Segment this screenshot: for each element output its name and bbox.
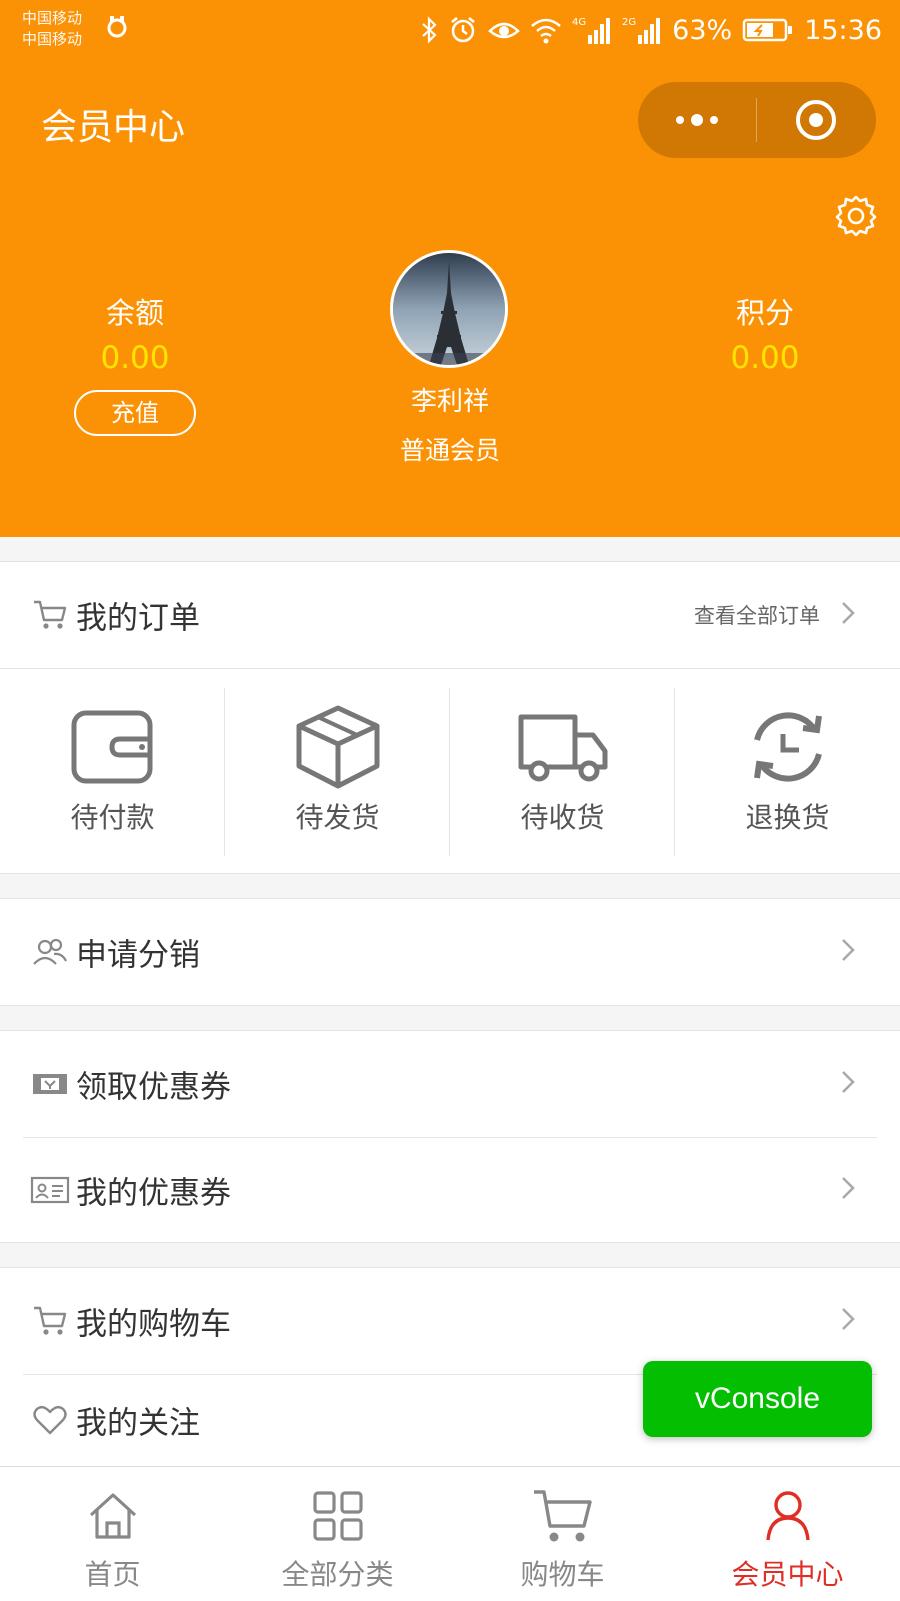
heart-icon: [30, 1400, 70, 1440]
cart-outline-icon: [30, 595, 70, 635]
tab-label: 会员中心: [731, 1558, 844, 1591]
tab-cart[interactable]: 购物车: [450, 1467, 675, 1601]
my-orders-label: 我的订单: [76, 600, 200, 637]
bluetooth-icon: [420, 16, 438, 44]
get-coupons-row[interactable]: 领取优惠券: [0, 1031, 900, 1137]
alarm-icon: [448, 15, 478, 45]
points-block[interactable]: 积分 0.00: [635, 290, 895, 376]
eye-icon: [488, 17, 521, 43]
tab-label: 全部分类: [281, 1558, 394, 1591]
notification-icon: [104, 14, 130, 44]
member-header: 中国移动 中国移动 4G 2G 63% 15:36 会员中心 余额 0.00 充…: [0, 0, 900, 537]
points-value: 0.00: [730, 340, 800, 376]
wallet-icon: [66, 702, 160, 792]
order-status-pending-payment[interactable]: 待付款: [0, 670, 225, 870]
signal-icon-1: 4G: [572, 15, 612, 45]
close-button[interactable]: [757, 82, 875, 158]
order-status-pending-receipt[interactable]: 待收货: [450, 670, 675, 870]
points-label: 积分: [735, 296, 794, 330]
order-status-label: 退换货: [745, 801, 830, 834]
order-status-label: 待发货: [295, 801, 380, 834]
chevron-right-icon: [840, 1175, 856, 1205]
bottom-tab-bar: 首页 全部分类 购物车 会员中心: [0, 1466, 900, 1600]
order-status-grid: 待付款 待发货 待收货 退换货: [0, 670, 900, 870]
chevron-right-icon: [840, 1069, 856, 1099]
mini-program-capsule: [638, 82, 876, 158]
home-icon: [82, 1485, 144, 1547]
apply-distribution-row[interactable]: 申请分销: [0, 899, 900, 1005]
tab-member-center[interactable]: 会员中心: [675, 1467, 900, 1601]
chevron-right-icon: [840, 937, 856, 967]
section-gap: [0, 874, 900, 898]
my-cart-row[interactable]: 我的购物车: [0, 1268, 900, 1374]
ticket-icon: [30, 1064, 70, 1104]
order-status-label: 待收货: [520, 801, 605, 834]
target-close-icon: [796, 100, 836, 140]
order-status-return-exchange[interactable]: 退换货: [675, 670, 900, 870]
network-label-2: 2G: [622, 17, 636, 28]
network-label-1: 4G: [572, 17, 586, 28]
tab-label: 首页: [84, 1558, 141, 1591]
vconsole-button[interactable]: vConsole: [643, 1361, 872, 1437]
users-icon: [30, 932, 70, 972]
member-level: 普通会员: [399, 436, 500, 465]
tab-label: 购物车: [520, 1558, 605, 1591]
apply-distribution-label: 申请分销: [76, 937, 200, 974]
section-gap: [0, 537, 900, 561]
cart-icon: [532, 1485, 594, 1547]
balance-label: 余额: [105, 296, 164, 330]
tab-home[interactable]: 首页: [0, 1467, 225, 1601]
clock: 15:36: [804, 14, 882, 46]
carrier-info: 中国移动 中国移动: [22, 8, 82, 50]
order-status-label: 待付款: [70, 801, 155, 834]
grid-icon: [307, 1485, 369, 1547]
coupon-card-icon: [30, 1170, 70, 1210]
more-dots-icon: [676, 114, 718, 126]
wifi-icon: [530, 16, 562, 44]
my-coupons-row[interactable]: 我的优惠券: [0, 1138, 900, 1242]
status-bar: 中国移动 中国移动 4G 2G 63% 15:36: [0, 0, 900, 62]
divider: [0, 668, 900, 669]
get-coupons-label: 领取优惠券: [76, 1069, 231, 1106]
recharge-button[interactable]: 充值: [74, 390, 196, 436]
order-status-pending-shipment[interactable]: 待发货: [225, 670, 450, 870]
battery-percent: 63%: [672, 14, 733, 46]
my-orders-row[interactable]: 我的订单 查看全部订单: [0, 562, 900, 668]
avatar[interactable]: [390, 250, 508, 368]
signal-icon-2: 2G: [622, 15, 662, 45]
balance-value: 0.00: [100, 340, 170, 376]
section-gap: [0, 1006, 900, 1030]
section-gap: [0, 1243, 900, 1267]
user-name: 李利祥: [410, 387, 489, 417]
my-cart-label: 我的购物车: [76, 1306, 231, 1343]
chevron-right-icon: [840, 600, 856, 630]
view-all-orders-link[interactable]: 查看全部订单: [694, 600, 820, 630]
settings-gear-icon[interactable]: [834, 193, 878, 241]
balance-block[interactable]: 余额 0.00: [5, 290, 265, 376]
box-icon: [291, 702, 385, 792]
user-icon: [757, 1485, 819, 1547]
battery-icon: [742, 17, 794, 43]
my-follow-label: 我的关注: [76, 1405, 200, 1442]
carrier-2: 中国移动: [22, 30, 83, 48]
my-coupons-label: 我的优惠券: [76, 1175, 231, 1212]
more-button[interactable]: [638, 82, 756, 158]
chevron-right-icon: [840, 1306, 856, 1336]
carrier-1: 中国移动: [22, 9, 83, 27]
page-title: 会员中心: [41, 107, 186, 148]
status-icons: 4G 2G 63% 15:36: [420, 12, 882, 48]
tab-categories[interactable]: 全部分类: [225, 1467, 450, 1601]
truck-icon: [516, 702, 610, 792]
cart-outline-icon: [30, 1301, 70, 1341]
exchange-icon: [741, 702, 835, 792]
